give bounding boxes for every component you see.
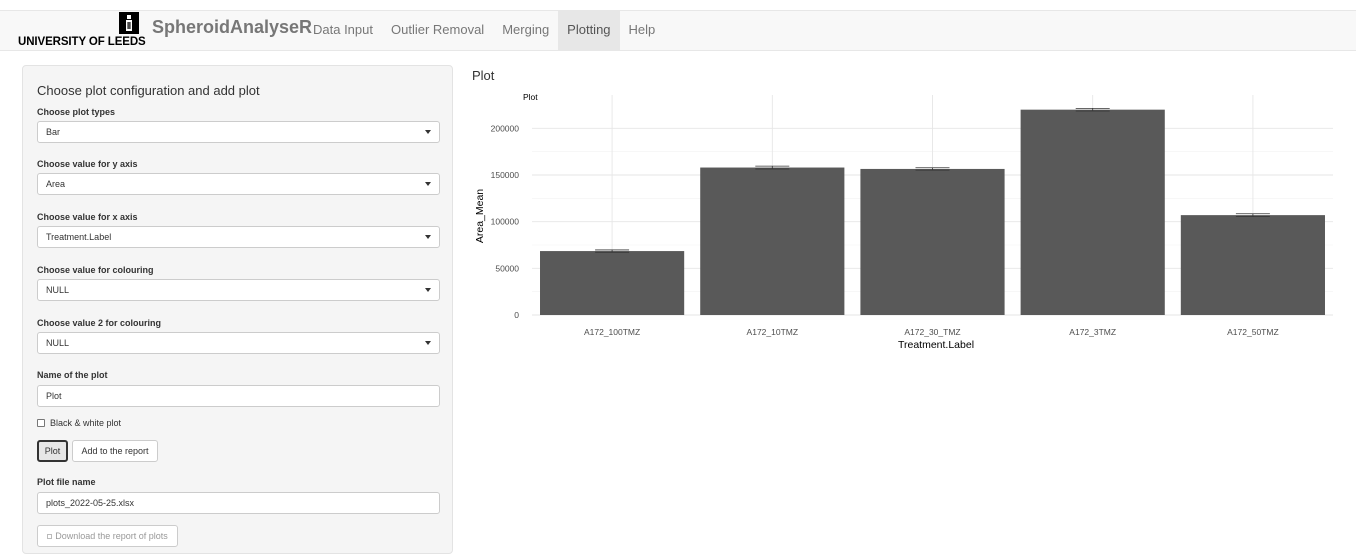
tab-merging[interactable]: Merging <box>493 11 558 50</box>
y-tick-label: 50000 <box>495 263 519 273</box>
colour2-select[interactable]: NULL <box>37 332 440 354</box>
tower-icon <box>119 12 139 34</box>
bar <box>860 168 1005 315</box>
x-tick-label: A172_100TMZ <box>584 327 640 337</box>
caret-down-icon <box>425 182 431 186</box>
panel-title: Choose plot configuration and add plot <box>37 83 260 98</box>
y-ticks: 0 50000 100000 150000 200000 <box>491 123 520 320</box>
colour2-value: NULL <box>46 338 70 348</box>
plot-heading: Plot <box>472 68 495 83</box>
x-axis-label: Choose value for x axis <box>37 212 138 222</box>
chart-title: Plot <box>523 92 538 102</box>
caret-down-icon <box>425 341 431 345</box>
app-title[interactable]: SpheroidAnalyseR <box>152 17 312 38</box>
x-tick-label: A172_50TMZ <box>1227 327 1279 337</box>
download-icon <box>47 534 53 540</box>
plot-type-value: Bar <box>46 127 61 137</box>
plot-name-label: Name of the plot <box>37 370 108 380</box>
bar <box>540 251 685 315</box>
file-name-input[interactable]: plots_2022-05-25.xlsx <box>37 492 440 514</box>
plot-config-panel: Choose plot configuration and add plot C… <box>22 65 453 554</box>
plot-type-label: Choose plot types <box>37 107 116 117</box>
download-report-label: Download the report of plots <box>55 531 168 541</box>
colour-select[interactable]: NULL <box>37 279 440 301</box>
navbar: UNIVERSITY OF LEEDS SpheroidAnalyseR Dat… <box>0 10 1356 51</box>
download-report-button[interactable]: Download the report of plots <box>37 525 178 547</box>
y-axis-title: Area_Mean <box>474 189 486 243</box>
file-name-label: Plot file name <box>37 477 96 487</box>
x-tick-label: A172_10TMZ <box>747 327 799 337</box>
plot-name-input[interactable]: Plot <box>37 385 440 407</box>
university-logo: UNIVERSITY OF LEEDS <box>18 11 146 51</box>
bw-plot-option[interactable]: Black & white plot <box>37 418 121 428</box>
bar-chart: Plot 0 50000 100000 150000 200000 A172_100TM… <box>474 92 1333 351</box>
tab-plotting[interactable]: Plotting <box>558 11 620 50</box>
y-axis-label: Choose value for y axis <box>37 159 138 169</box>
caret-down-icon <box>425 235 431 239</box>
y-axis-value: Area <box>46 179 66 189</box>
tab-data-input[interactable]: Data Input <box>304 11 382 50</box>
nav-tabs: Data Input Outlier Removal Merging Plott… <box>304 11 664 50</box>
bar <box>1180 215 1325 315</box>
caret-down-icon <box>425 288 431 292</box>
bar <box>1020 109 1165 316</box>
colour2-label: Choose value 2 for colouring <box>37 318 162 328</box>
plot-button[interactable]: Plot <box>37 440 68 462</box>
tab-outlier-removal[interactable]: Outlier Removal <box>382 11 493 50</box>
y-tick-label: 100000 <box>491 217 520 227</box>
logo-text: UNIVERSITY OF LEEDS <box>18 36 146 48</box>
bar <box>700 167 845 315</box>
y-tick-label: 150000 <box>491 170 520 180</box>
y-tick-label: 0 <box>514 310 519 320</box>
tab-help[interactable]: Help <box>620 11 665 50</box>
bw-plot-label: Black & white plot <box>50 418 122 428</box>
plot-type-select[interactable]: Bar <box>37 121 440 143</box>
x-axis-value: Treatment.Label <box>46 232 112 242</box>
x-ticks: A172_100TMZ A172_10TMZ A172_30_TMZ A172_3TM… <box>584 327 1279 337</box>
bw-plot-checkbox[interactable] <box>37 419 45 427</box>
x-tick-label: A172_30_TMZ <box>904 327 960 337</box>
colour-value: NULL <box>46 285 70 295</box>
x-tick-label: A172_3TMZ <box>1069 327 1116 337</box>
x-axis-select[interactable]: Treatment.Label <box>37 226 440 248</box>
x-axis-title: Treatment.Label <box>898 339 974 351</box>
caret-down-icon <box>425 130 431 134</box>
y-axis-select[interactable]: Area <box>37 173 440 195</box>
add-to-report-button[interactable]: Add to the report <box>72 440 158 462</box>
y-tick-label: 200000 <box>491 123 520 133</box>
colour-label: Choose value for colouring <box>37 265 154 275</box>
